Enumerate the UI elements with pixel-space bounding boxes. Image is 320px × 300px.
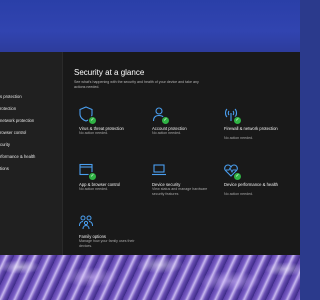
tile-status: No action needed. <box>79 131 109 135</box>
tile-status: View status and manage hardware security… <box>152 187 208 196</box>
tile-status: No action needed. <box>152 131 182 135</box>
tile-app-browser-control[interactable]: ✓ App & browser control No action needed… <box>76 162 138 198</box>
tile-status: No action needed. <box>224 192 254 196</box>
sidebar: s protection rotection network protectio… <box>0 52 63 255</box>
ok-check-icon: ✓ <box>161 116 170 125</box>
tile-account-protection[interactable]: ✓ Account protection No action needed. <box>149 106 211 142</box>
laptop-icon <box>152 164 166 176</box>
family-icon <box>79 215 93 230</box>
tile-family-options[interactable]: Family options Manage how your family us… <box>76 214 138 250</box>
ok-check-icon: ✓ <box>233 116 242 125</box>
ok-check-icon: ✓ <box>88 172 97 181</box>
page-title: Security at a glance <box>74 68 145 77</box>
tile-device-security[interactable]: Device security View status and manage h… <box>149 162 211 198</box>
sidebar-item-device-performance[interactable]: rformance & health <box>0 152 62 162</box>
tile-virus-threat-protection[interactable]: ✓ Virus & threat protection No action ne… <box>76 106 138 142</box>
desktop-wallpaper-top <box>0 0 300 52</box>
tile-title: Device performance & health <box>224 182 278 187</box>
sidebar-item-virus-protection[interactable]: s protection <box>0 92 62 102</box>
page-subtitle: See what's happening with the security a… <box>74 80 199 89</box>
sidebar-item-device-security[interactable]: curity <box>0 140 62 150</box>
tile-firewall-network-protection[interactable]: ✓ Firewall & network protection No actio… <box>221 106 283 142</box>
tile-status: No action needed. <box>79 187 109 191</box>
main-content: Security at a glance See what's happenin… <box>63 52 300 255</box>
sidebar-item-firewall[interactable]: network protection <box>0 116 62 126</box>
tile-status: Manage how your family uses their device… <box>79 239 135 248</box>
tile-device-performance-health[interactable]: ✓ Device performance & health No action … <box>221 162 283 198</box>
ok-check-icon: ✓ <box>88 116 97 125</box>
tile-status: No action needed. <box>224 136 254 140</box>
sidebar-item-account-protection[interactable]: rotection <box>0 104 62 114</box>
desktop-wallpaper-bottom <box>0 255 300 300</box>
sidebar-item-family-options[interactable]: tions <box>0 164 62 174</box>
windows-security-window: s protection rotection network protectio… <box>0 52 300 255</box>
ok-check-icon: ✓ <box>233 172 242 181</box>
sidebar-item-app-browser-control[interactable]: rowser control <box>0 128 62 138</box>
tile-title: Firewall & network protection <box>224 126 278 131</box>
